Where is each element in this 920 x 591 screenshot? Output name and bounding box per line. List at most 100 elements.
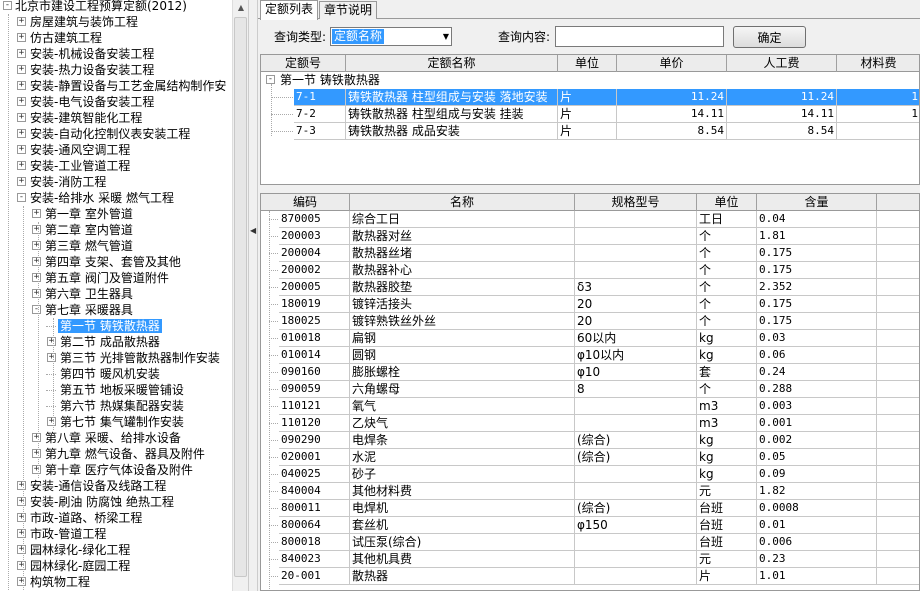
tab-chapter-notes[interactable]: 章节说明: [319, 1, 378, 19]
collapse-icon[interactable]: -: [266, 75, 275, 84]
resource-row[interactable]: 010014 圆钢 φ10以内 kg 0.06: [261, 347, 919, 364]
resource-row[interactable]: 800064 套丝机 φ150 台班 0.01: [261, 517, 919, 534]
quota-row[interactable]: 7-1 铸铁散热器 柱型组成与安装 落地安装片 11.24 11.24 1: [261, 89, 919, 106]
expand-icon[interactable]: +: [32, 225, 41, 234]
collapse-icon[interactable]: -: [32, 305, 41, 314]
tree-node[interactable]: 安装-消防工程: [28, 174, 108, 190]
resource-row[interactable]: 200004 散热器丝堵 个 0.175: [261, 245, 919, 262]
expand-icon[interactable]: +: [17, 561, 26, 570]
resource-row[interactable]: 840023 其他机具费 元 0.23: [261, 551, 919, 568]
panel-splitter[interactable]: ◀: [248, 0, 258, 591]
tree-node[interactable]: 第七节 集气罐制作安装: [58, 414, 186, 430]
column-header[interactable]: 单位: [558, 55, 617, 72]
expand-icon[interactable]: +: [17, 481, 26, 490]
resource-row[interactable]: 090160 膨胀螺栓 φ10 套 0.24: [261, 364, 919, 381]
tree-node[interactable]: 安装-刷油 防腐蚀 绝热工程: [28, 494, 176, 510]
expand-icon[interactable]: +: [17, 145, 26, 154]
tree-node[interactable]: 仿古建筑工程: [28, 30, 104, 46]
quota-row[interactable]: 7-2 铸铁散热器 柱型组成与安装 挂装片 14.11 14.11 1: [261, 106, 919, 123]
tree-node[interactable]: 第六章 卫生器具: [43, 286, 135, 302]
query-content-input[interactable]: [555, 26, 724, 47]
confirm-button[interactable]: 确定: [733, 26, 806, 48]
tree-node[interactable]: 第二节 成品散热器: [58, 334, 162, 350]
tree-node[interactable]: 安装-热力设备安装工程: [28, 62, 156, 78]
expand-icon[interactable]: +: [17, 497, 26, 506]
expand-icon[interactable]: +: [17, 17, 26, 26]
quota-group-row[interactable]: - 第一节 铸铁散热器: [261, 72, 919, 89]
quota-row[interactable]: 7-3 铸铁散热器 成品安装片 8.54 8.54: [261, 123, 919, 140]
expand-icon[interactable]: +: [32, 465, 41, 474]
resource-row[interactable]: 180019 镀锌活接头 20 个 0.175: [261, 296, 919, 313]
resource-row[interactable]: 010018 扁钢 60以内 kg 0.03: [261, 330, 919, 347]
tree-node[interactable]: 安装-静置设备与工艺金属结构制作安: [28, 78, 228, 94]
resource-row[interactable]: 20-001 散热器 片 1.01: [261, 568, 919, 585]
expand-icon[interactable]: +: [17, 513, 26, 522]
expand-icon[interactable]: +: [47, 337, 56, 346]
resource-row[interactable]: 090059 六角螺母 8 个 0.288: [261, 381, 919, 398]
resource-row[interactable]: 200002 散热器补心 个 0.175: [261, 262, 919, 279]
resource-row[interactable]: 800018 试压泵(综合) 台班 0.006: [261, 534, 919, 551]
expand-icon[interactable]: +: [17, 129, 26, 138]
tree-node[interactable]: 安装-给排水 采暖 燃气工程: [28, 190, 176, 206]
expand-icon[interactable]: +: [47, 417, 56, 426]
expand-icon[interactable]: +: [32, 241, 41, 250]
expand-icon[interactable]: +: [32, 209, 41, 218]
tree-node[interactable]: 园林绿化-庭园工程: [28, 558, 132, 574]
expand-icon[interactable]: +: [47, 353, 56, 362]
tree-node[interactable]: 安装-工业管道工程: [28, 158, 132, 174]
dropdown-arrow-icon[interactable]: ▼: [443, 29, 449, 44]
chapter-tree[interactable]: 北京市建设工程预算定额(2012) - 房屋建筑与装饰工程 + 仿古建筑工程 + 安装-机械…: [0, 0, 232, 591]
tree-node[interactable]: 安装-通信设备及线路工程: [28, 478, 168, 494]
tree-node[interactable]: 市政-道路、桥梁工程: [28, 510, 144, 526]
tree-node[interactable]: 构筑物工程: [28, 574, 92, 590]
tree-node[interactable]: 市政-管道工程: [28, 526, 108, 542]
tab-quota-list[interactable]: 定额列表: [260, 0, 319, 20]
tree-node[interactable]: 第五章 阀门及管道附件: [43, 270, 171, 286]
resource-row[interactable]: 870005 综合工日 工日 0.04: [261, 211, 919, 228]
expand-icon[interactable]: +: [32, 449, 41, 458]
resource-row[interactable]: 040025 砂子 kg 0.09: [261, 466, 919, 483]
tree-node[interactable]: 第八章 采暖、给排水设备: [43, 430, 183, 446]
tree-node[interactable]: 北京市建设工程预算定额(2012): [13, 0, 189, 14]
tree-node[interactable]: 第四章 支架、套管及其他: [43, 254, 183, 270]
expand-icon[interactable]: +: [17, 81, 26, 90]
resource-row[interactable]: 840004 其他材料费 元 1.82: [261, 483, 919, 500]
tree-node[interactable]: 安装-通风空调工程: [28, 142, 132, 158]
expand-icon[interactable]: +: [17, 545, 26, 554]
column-header[interactable]: 单位: [697, 194, 757, 211]
query-type-select[interactable]: 定额名称 ▼: [330, 27, 452, 46]
resource-row[interactable]: 200003 散热器对丝 个 1.81: [261, 228, 919, 245]
tree-node[interactable]: 第一节 铸铁散热器: [58, 318, 162, 334]
tree-node[interactable]: 第九章 燃气设备、器具及附件: [43, 446, 207, 462]
column-header[interactable]: 人工费: [727, 55, 837, 72]
tree-node[interactable]: 第三节 光排管散热器制作安装: [58, 350, 222, 366]
tree-scrollbar[interactable]: ▲: [232, 0, 248, 591]
resource-row[interactable]: 800011 电焊机 (综合) 台班 0.0008: [261, 500, 919, 517]
tree-node[interactable]: 第六节 热媒集配器安装: [58, 398, 186, 414]
tree-node[interactable]: 第四节 暖风机安装: [58, 366, 162, 382]
expand-icon[interactable]: +: [32, 289, 41, 298]
tree-node[interactable]: 安装-自动化控制仪表安装工程: [28, 126, 192, 142]
expand-icon[interactable]: +: [32, 257, 41, 266]
resource-row[interactable]: 200005 散热器胶垫 δ3 个 2.352: [261, 279, 919, 296]
tree-node[interactable]: 安装-建筑智能化工程: [28, 110, 144, 126]
tree-node[interactable]: 第七章 采暖器具: [43, 302, 135, 318]
expand-icon[interactable]: +: [32, 273, 41, 282]
expand-icon[interactable]: +: [17, 577, 26, 586]
tree-node[interactable]: 房屋建筑与装饰工程: [28, 14, 140, 30]
expand-icon[interactable]: +: [17, 33, 26, 42]
column-header[interactable]: 编码: [261, 194, 350, 211]
expand-icon[interactable]: +: [17, 113, 26, 122]
resource-row[interactable]: 110121 氧气 m3 0.003: [261, 398, 919, 415]
column-header[interactable]: 含量: [757, 194, 877, 211]
tree-scrollbar-thumb[interactable]: [234, 17, 247, 577]
collapse-left-arrow-icon[interactable]: ◀: [250, 226, 256, 236]
resource-row[interactable]: 090290 电焊条 (综合) kg 0.002: [261, 432, 919, 449]
expand-icon[interactable]: +: [32, 433, 41, 442]
tree-node[interactable]: 第一章 室外管道: [43, 206, 135, 222]
column-header[interactable]: 规格型号: [575, 194, 697, 211]
expand-icon[interactable]: +: [17, 161, 26, 170]
expand-icon[interactable]: +: [17, 177, 26, 186]
column-header[interactable]: 定额名称: [346, 55, 558, 72]
expand-icon[interactable]: +: [17, 97, 26, 106]
